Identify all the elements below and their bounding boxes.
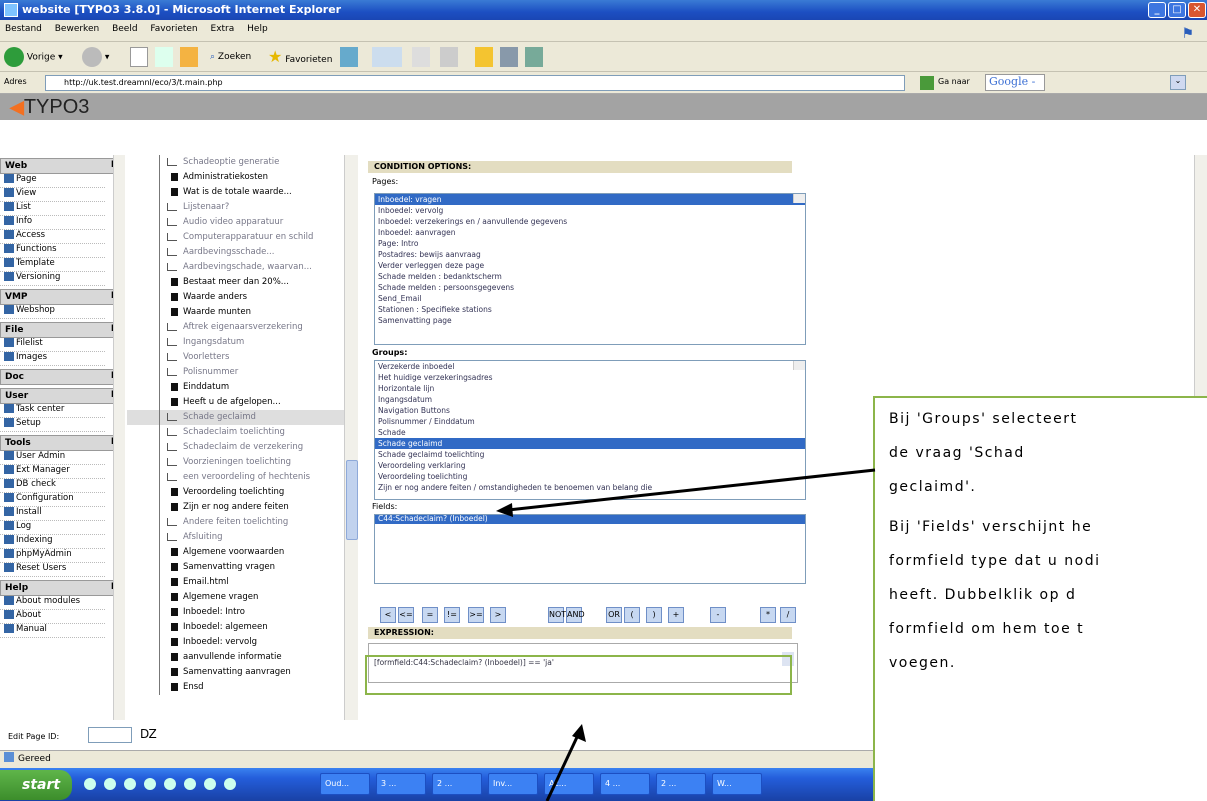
arrow-head-fields: [496, 503, 513, 517]
arrow-to-expression: [545, 734, 580, 801]
arrow-head-expression: [572, 724, 586, 742]
arrow-to-fields: [507, 468, 876, 512]
annotation-arrows: [496, 468, 876, 801]
